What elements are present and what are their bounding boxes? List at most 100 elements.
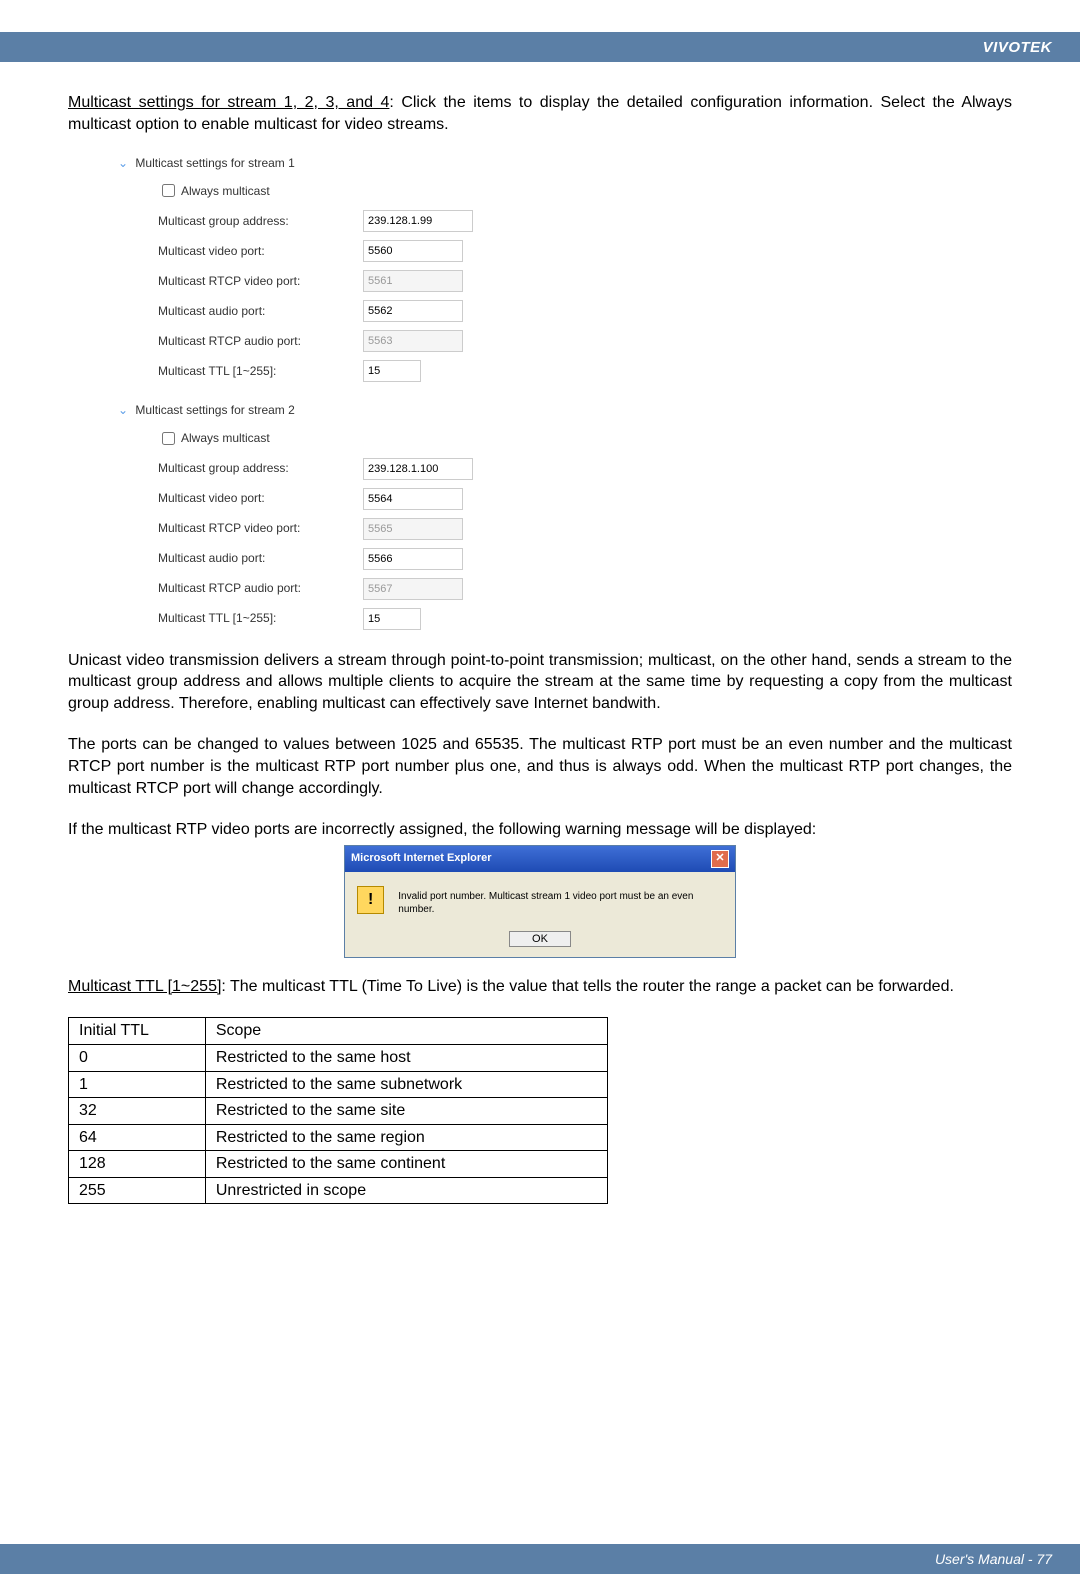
dialog-message: Invalid port number. Multicast stream 1 …	[398, 886, 723, 917]
cell-scope: Restricted to the same continent	[205, 1151, 607, 1178]
stream2-always-row: Always multicast	[118, 429, 1012, 448]
stream2-title: Multicast settings for stream 2	[135, 403, 294, 417]
field-input[interactable]	[363, 458, 473, 480]
field-input[interactable]	[363, 300, 463, 322]
table-row: 128Restricted to the same continent	[69, 1151, 608, 1178]
intro-underline: Multicast settings for stream 1, 2, 3, a…	[68, 94, 389, 111]
table-row: 0Restricted to the same host	[69, 1044, 608, 1071]
table-header-row: Initial TTL Scope	[69, 1018, 608, 1045]
field-label: Multicast video port:	[118, 243, 363, 259]
field-row: Multicast RTCP audio port:	[118, 330, 1012, 352]
field-row: Multicast TTL [1~255]:	[118, 608, 1012, 630]
stream2-block: ⌄ Multicast settings for stream 2 Always…	[118, 402, 1012, 629]
field-input[interactable]	[363, 608, 421, 630]
cell-scope: Restricted to the same subnetwork	[205, 1071, 607, 1098]
field-input[interactable]	[363, 548, 463, 570]
field-label: Multicast RTCP audio port:	[118, 580, 363, 596]
warning-dialog: Microsoft Internet Explorer ✕ ! Invalid …	[344, 845, 736, 958]
header-bar: VIVOTEK	[0, 32, 1080, 62]
field-input	[363, 578, 463, 600]
stream1-always-label: Always multicast	[181, 183, 270, 199]
close-icon[interactable]: ✕	[711, 850, 729, 868]
ok-button[interactable]: OK	[509, 931, 571, 947]
field-label: Multicast RTCP audio port:	[118, 333, 363, 349]
cell-scope: Restricted to the same region	[205, 1124, 607, 1151]
chevron-down-icon: ⌄	[118, 403, 128, 417]
intro-paragraph: Multicast settings for stream 1, 2, 3, a…	[68, 92, 1012, 135]
footer-spacer	[0, 1204, 1080, 1544]
field-row: Multicast group address:	[118, 458, 1012, 480]
field-row: Multicast RTCP video port:	[118, 518, 1012, 540]
field-input	[363, 518, 463, 540]
ttl-rest: : The multicast TTL (Time To Live) is th…	[221, 978, 954, 995]
para-warning-text: If the multicast RTP video ports are inc…	[68, 821, 816, 838]
stream1-fields: Multicast group address: Multicast video …	[118, 210, 1012, 382]
stream2-always-label: Always multicast	[181, 430, 270, 446]
footer-text: User's Manual - 77	[935, 1551, 1052, 1567]
field-input[interactable]	[363, 360, 421, 382]
field-row: Multicast audio port:	[118, 548, 1012, 570]
field-label: Multicast RTCP video port:	[118, 520, 363, 536]
cell-ttl: 1	[69, 1071, 206, 1098]
table-row: 1Restricted to the same subnetwork	[69, 1071, 608, 1098]
field-row: Multicast audio port:	[118, 300, 1012, 322]
stream1-block: ⌄ Multicast settings for stream 1 Always…	[118, 155, 1012, 382]
field-row: Multicast group address:	[118, 210, 1012, 232]
cell-scope: Restricted to the same host	[205, 1044, 607, 1071]
header-top	[0, 0, 1080, 32]
chevron-down-icon: ⌄	[118, 156, 128, 170]
stream2-fields: Multicast group address: Multicast video …	[118, 458, 1012, 630]
dialog-title: Microsoft Internet Explorer	[351, 851, 492, 866]
para-ports: The ports can be changed to values betwe…	[68, 734, 1012, 799]
field-input	[363, 270, 463, 292]
cell-ttl: 64	[69, 1124, 206, 1151]
field-row: Multicast RTCP video port:	[118, 270, 1012, 292]
ttl-rows: 0Restricted to the same host1Restricted …	[69, 1044, 608, 1204]
ttl-table: Initial TTL Scope 0Restricted to the sam…	[68, 1017, 608, 1204]
cell-scope: Restricted to the same site	[205, 1098, 607, 1125]
field-input	[363, 330, 463, 352]
cell-ttl: 128	[69, 1151, 206, 1178]
page-content: Multicast settings for stream 1, 2, 3, a…	[0, 62, 1080, 1204]
stream2-title-row[interactable]: ⌄ Multicast settings for stream 2	[118, 402, 1012, 418]
field-label: Multicast TTL [1~255]:	[118, 610, 363, 626]
stream1-always-checkbox[interactable]	[162, 184, 175, 197]
stream1-title-row[interactable]: ⌄ Multicast settings for stream 1	[118, 155, 1012, 171]
field-label: Multicast group address:	[118, 213, 363, 229]
field-label: Multicast TTL [1~255]:	[118, 363, 363, 379]
field-label: Multicast group address:	[118, 460, 363, 476]
stream1-title: Multicast settings for stream 1	[135, 156, 294, 170]
para-warning-intro: If the multicast RTP video ports are inc…	[68, 819, 1012, 841]
stream1-always-row: Always multicast	[118, 181, 1012, 200]
dialog-titlebar: Microsoft Internet Explorer ✕	[345, 846, 735, 872]
field-row: Multicast RTCP audio port:	[118, 578, 1012, 600]
cell-scope: Unrestricted in scope	[205, 1177, 607, 1204]
stream2-always-checkbox[interactable]	[162, 432, 175, 445]
warning-icon: !	[357, 886, 384, 914]
table-row: 255Unrestricted in scope	[69, 1177, 608, 1204]
cell-ttl: 32	[69, 1098, 206, 1125]
para-unicast: Unicast video transmission delivers a st…	[68, 650, 1012, 715]
table-row: 32Restricted to the same site	[69, 1098, 608, 1125]
table-header-initial: Initial TTL	[69, 1018, 206, 1045]
field-label: Multicast audio port:	[118, 303, 363, 319]
field-row: Multicast video port:	[118, 240, 1012, 262]
field-label: Multicast video port:	[118, 490, 363, 506]
ttl-underline: Multicast TTL [1~255]	[68, 978, 221, 995]
table-row: 64Restricted to the same region	[69, 1124, 608, 1151]
cell-ttl: 0	[69, 1044, 206, 1071]
field-input[interactable]	[363, 210, 473, 232]
dialog-body: ! Invalid port number. Multicast stream …	[345, 872, 735, 927]
footer-bar: User's Manual - 77	[0, 1544, 1080, 1574]
ttl-paragraph: Multicast TTL [1~255]: The multicast TTL…	[68, 976, 1012, 998]
dialog-button-row: OK	[345, 927, 735, 957]
field-label: Multicast audio port:	[118, 550, 363, 566]
field-row: Multicast video port:	[118, 488, 1012, 510]
brand-label: VIVOTEK	[983, 39, 1052, 56]
field-label: Multicast RTCP video port:	[118, 273, 363, 289]
field-row: Multicast TTL [1~255]:	[118, 360, 1012, 382]
field-input[interactable]	[363, 488, 463, 510]
cell-ttl: 255	[69, 1177, 206, 1204]
field-input[interactable]	[363, 240, 463, 262]
table-header-scope: Scope	[205, 1018, 607, 1045]
